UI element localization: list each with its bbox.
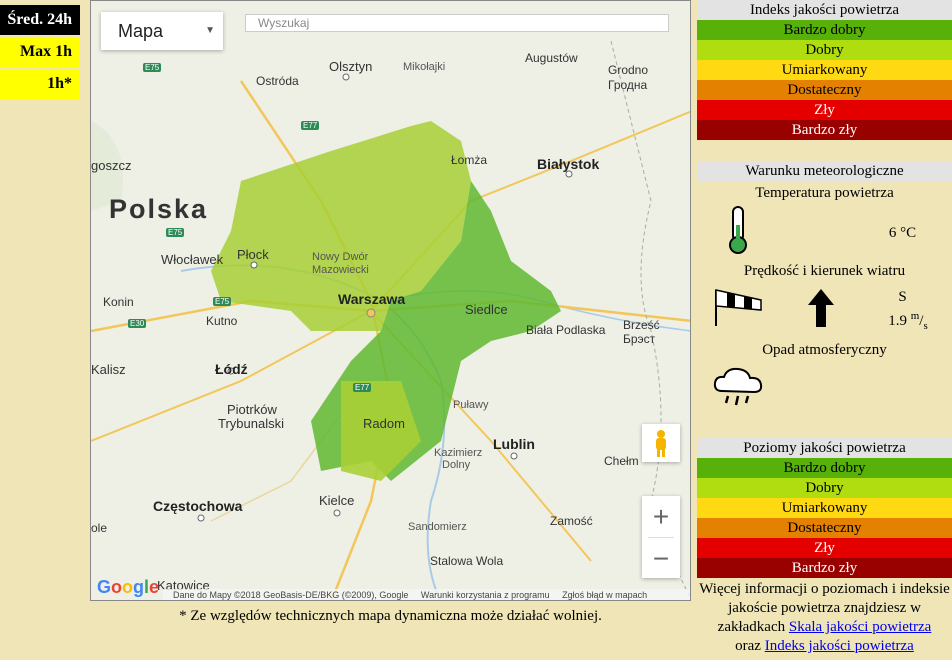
wind-speed-value: 1.9: [888, 313, 907, 329]
road-badge: E77: [353, 383, 372, 392]
city-label: Częstochowa: [153, 498, 243, 514]
zoom-out-button[interactable]: −: [642, 538, 680, 579]
level-row: Dobry: [697, 478, 952, 498]
city-label: Брэст: [623, 332, 656, 346]
city-label: Puławy: [453, 399, 489, 411]
city-label: Nowy Dwór: [312, 251, 369, 263]
city-label: Białystok: [537, 156, 600, 172]
city-label: Brześć: [623, 318, 660, 332]
city-label: Chełm: [604, 454, 639, 468]
road-badge: E30: [128, 319, 147, 328]
city-label: Olsztyn: [329, 59, 373, 74]
max-1h-button[interactable]: Max 1h: [0, 37, 80, 67]
city-label: Zamość: [550, 514, 593, 528]
city-label: Ostróda: [256, 74, 299, 88]
levels-title: Poziomy jakości powietrza: [697, 438, 952, 458]
road-badge: E77: [301, 121, 320, 130]
index-link[interactable]: Indeks jakości powietrza: [765, 638, 914, 654]
city-label: Sandomierz: [408, 521, 467, 533]
windsock-icon: [715, 289, 762, 326]
zoom-control: + −: [642, 496, 680, 578]
city-label: Augustów: [525, 51, 578, 65]
pegman-icon: [656, 430, 666, 457]
level-row: Dostateczny: [697, 518, 952, 538]
city-label: Kazimierz: [434, 447, 483, 459]
report-link[interactable]: Zgłoś błąd w mapach: [562, 590, 647, 600]
city-label: Piotrków: [227, 402, 277, 417]
wind-direction: S: [898, 289, 907, 305]
city-label: Siedlce: [465, 302, 508, 317]
google-logo: Google: [97, 577, 160, 597]
1h-button[interactable]: 1h*: [0, 69, 80, 99]
map-type-dropdown[interactable]: Mapa ▼: [101, 12, 223, 50]
rain-cloud-icon: [713, 367, 763, 406]
wind-unit-den: s: [923, 320, 928, 332]
wind-title: Prędkość i kierunek wiatru: [743, 263, 906, 279]
zoom-in-button[interactable]: +: [642, 496, 680, 537]
level-row: Dobry: [697, 40, 952, 60]
map-view[interactable]: Mapa ▼ Wyszukaj Polska Olsztyn Mikołajki…: [90, 0, 691, 601]
temperature-value: 6 °C: [888, 225, 917, 241]
city-label: goszcz: [91, 158, 132, 173]
index-title: Indeks jakości powietrza: [697, 0, 952, 20]
precipitation-title: Opad atmosferyczny: [762, 342, 887, 358]
level-row: Bardzo zły: [697, 558, 952, 578]
avg-24h-button[interactable]: Śred. 24h: [0, 5, 80, 35]
level-row: Zły: [697, 538, 952, 558]
map-attribution: Dane do Mapy ©2018 GeoBasis-DE/BKG (©200…: [163, 589, 690, 600]
city-label: Radom: [363, 416, 405, 431]
chevron-down-icon: ▼: [205, 25, 215, 36]
city-label: Mikołajki: [403, 61, 446, 73]
city-label: Konin: [103, 295, 134, 309]
level-row: Bardzo zły: [697, 120, 952, 140]
city-label: Włocławek: [161, 252, 224, 267]
level-row: Umiarkowany: [697, 498, 952, 518]
temperature-title: Temperatura powietrza: [755, 185, 894, 201]
city-label: Mazowiecki: [312, 264, 369, 276]
meteo-title: Warunku meteorologiczne: [697, 161, 952, 181]
thermometer-icon: [729, 206, 747, 254]
level-row: Dostateczny: [697, 80, 952, 100]
city-label: Lublin: [493, 436, 535, 452]
road-badge: E75: [213, 297, 232, 306]
wind-unit-num: m: [910, 310, 920, 322]
levels-panel: Poziomy jakości powietrza Bardzo dobry Do…: [697, 438, 952, 578]
more-info: Więcej informacji o poziomach i indeksie…: [697, 580, 952, 656]
map-type-label: Mapa: [118, 21, 164, 41]
scale-link[interactable]: Skala jakości powietrza: [789, 619, 931, 635]
city-label: Łomża: [451, 153, 488, 167]
city-label: Гродна: [608, 78, 648, 92]
terms-link[interactable]: Warunki korzystania z programu: [421, 590, 550, 600]
country-label: Polska: [109, 194, 209, 224]
map-note: * Ze względów technicznych mapa dynamicz…: [179, 608, 602, 624]
city-label: ole: [91, 521, 108, 535]
road-badge: E75: [166, 228, 185, 237]
wind-speed: 1.9 m/s: [888, 310, 928, 332]
search-input[interactable]: Wyszukaj: [245, 14, 669, 32]
index-panel: Indeks jakości powietrza Bardzo dobry Dob…: [697, 0, 952, 140]
street-view-pegman-button[interactable]: [642, 424, 680, 462]
city-label: Stalowa Wola: [430, 554, 504, 568]
city-label: Kalisz: [91, 362, 126, 377]
level-row: Zły: [697, 100, 952, 120]
city-label: Trybunalski: [218, 416, 284, 431]
city-label: Kutno: [206, 314, 238, 328]
attribution-text: Dane do Mapy ©2018 GeoBasis-DE/BKG (©200…: [173, 590, 409, 600]
level-row: Bardzo dobry: [697, 20, 952, 40]
wind-direction-arrow-icon: [808, 289, 834, 327]
city-label: Biała Podlaska: [526, 323, 606, 337]
city-label: Płock: [237, 247, 269, 262]
road-badge: E75: [143, 63, 162, 72]
city-label: Łódź: [215, 361, 248, 377]
level-row: Umiarkowany: [697, 60, 952, 80]
city-label: Grodno: [608, 63, 649, 77]
level-row: Bardzo dobry: [697, 458, 952, 478]
more-info-and: oraz: [735, 638, 761, 654]
city-label: Kielce: [319, 493, 355, 508]
city-label: Dolny: [442, 459, 471, 471]
city-label: Warszawa: [338, 291, 406, 307]
